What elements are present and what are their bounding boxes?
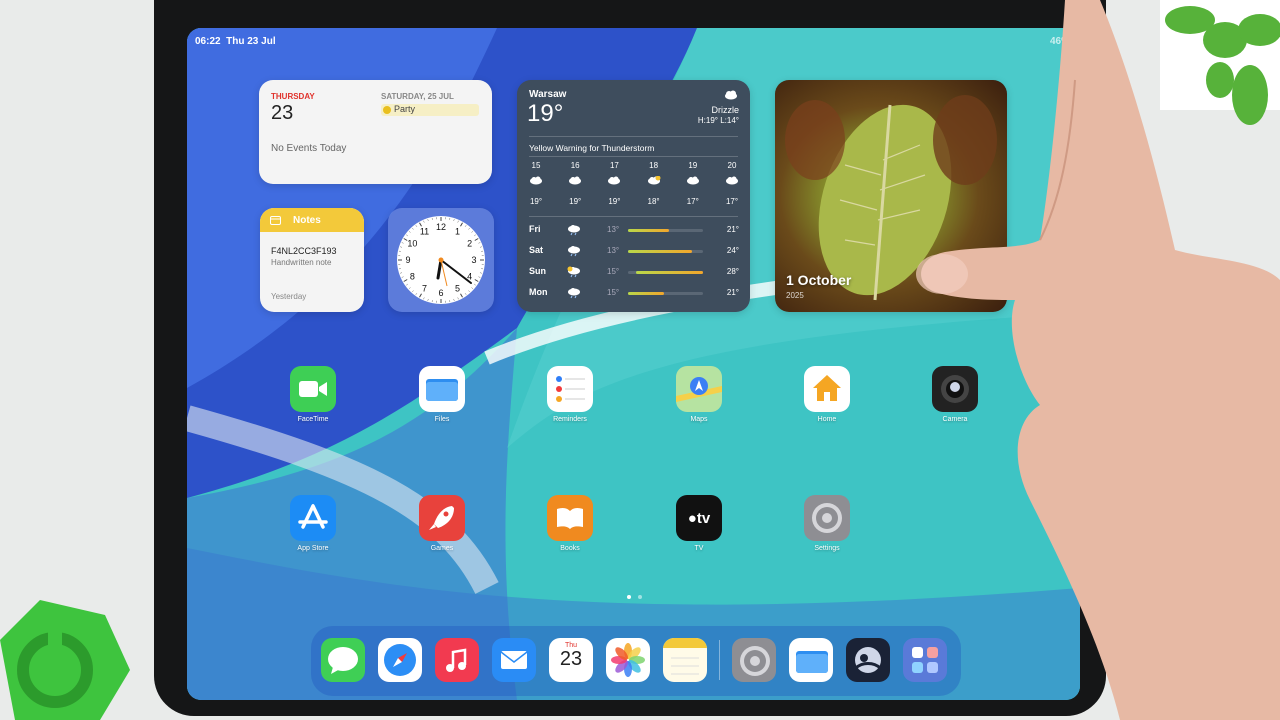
video-frame: 06:22 Thu 23 Jul 46% THURSDAY 23 No Even…: [0, 0, 1280, 720]
hand-overlay: [916, 0, 1280, 720]
